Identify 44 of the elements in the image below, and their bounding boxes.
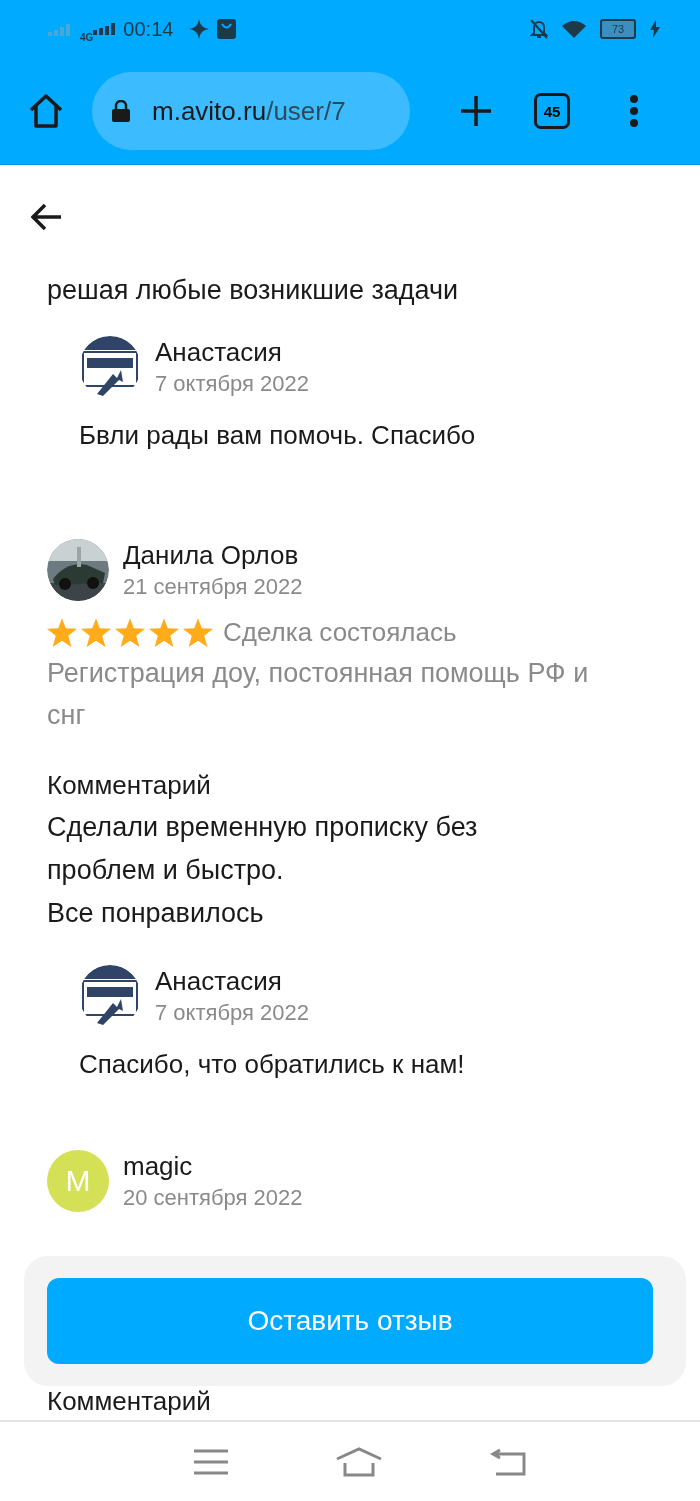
avatar-initial: M (47, 1150, 109, 1212)
comment-label: Комментарий (47, 1386, 212, 1416)
menu-icon[interactable] (193, 1448, 228, 1475)
clock-time: 00:14 (123, 17, 174, 41)
star-icon (47, 618, 77, 647)
star-icon (183, 618, 213, 647)
home-icon[interactable] (335, 1446, 383, 1477)
url-text: m.avito.ru/user/7 (152, 95, 346, 127)
wifi-icon (562, 20, 586, 38)
back-icon[interactable] (490, 1447, 527, 1476)
charging-icon (650, 20, 660, 38)
review-date: 20 сентября 2022 (123, 1184, 303, 1212)
author-name: Анастасия (155, 336, 283, 368)
reply-text: Спасибо, что обратились к нам! (79, 1049, 466, 1080)
review-date: 21 сентября 2022 (123, 573, 303, 601)
lock-icon (112, 100, 130, 122)
plus-icon[interactable] (460, 95, 492, 127)
battery-level: 73 (611, 23, 625, 35)
network-type: 4G (80, 31, 94, 43)
reply-text: Бвли рады вам помочь. Спасибо (79, 420, 477, 451)
more-icon[interactable] (630, 95, 638, 127)
reply-date: 7 октября 2022 (155, 370, 309, 398)
star-icon (115, 618, 145, 647)
sparkle-icon (189, 19, 210, 39)
home-icon[interactable] (28, 93, 64, 129)
muted-bell-icon (530, 19, 548, 39)
item-title: Регистрация доу, постоянная помощь РФ и снг (47, 657, 590, 732)
author-name: Данила Орлов (123, 539, 300, 571)
deal-status: Сделка состоялась (223, 617, 457, 648)
tab-count-button[interactable]: 45 (534, 93, 570, 129)
comment-label: Комментарий (47, 769, 212, 802)
review-text: решая любые возникшие задачи (47, 275, 460, 306)
star-icon (149, 618, 179, 647)
reply-date: 7 октября 2022 (155, 999, 309, 1027)
address-bar[interactable]: m.avito.ru/user/7 (92, 72, 410, 150)
signal-icon (93, 23, 116, 35)
comment-text: Сделали временную прописку без проблем и быстро. (47, 811, 479, 887)
author-name: magic (123, 1150, 194, 1182)
author-name: Анастасия (155, 965, 283, 997)
star-icon (81, 618, 111, 647)
bag-icon (217, 19, 237, 39)
back-arrow-icon[interactable] (31, 203, 63, 231)
signal-icon (48, 22, 72, 36)
comment-text: Все понравилось (47, 897, 265, 930)
